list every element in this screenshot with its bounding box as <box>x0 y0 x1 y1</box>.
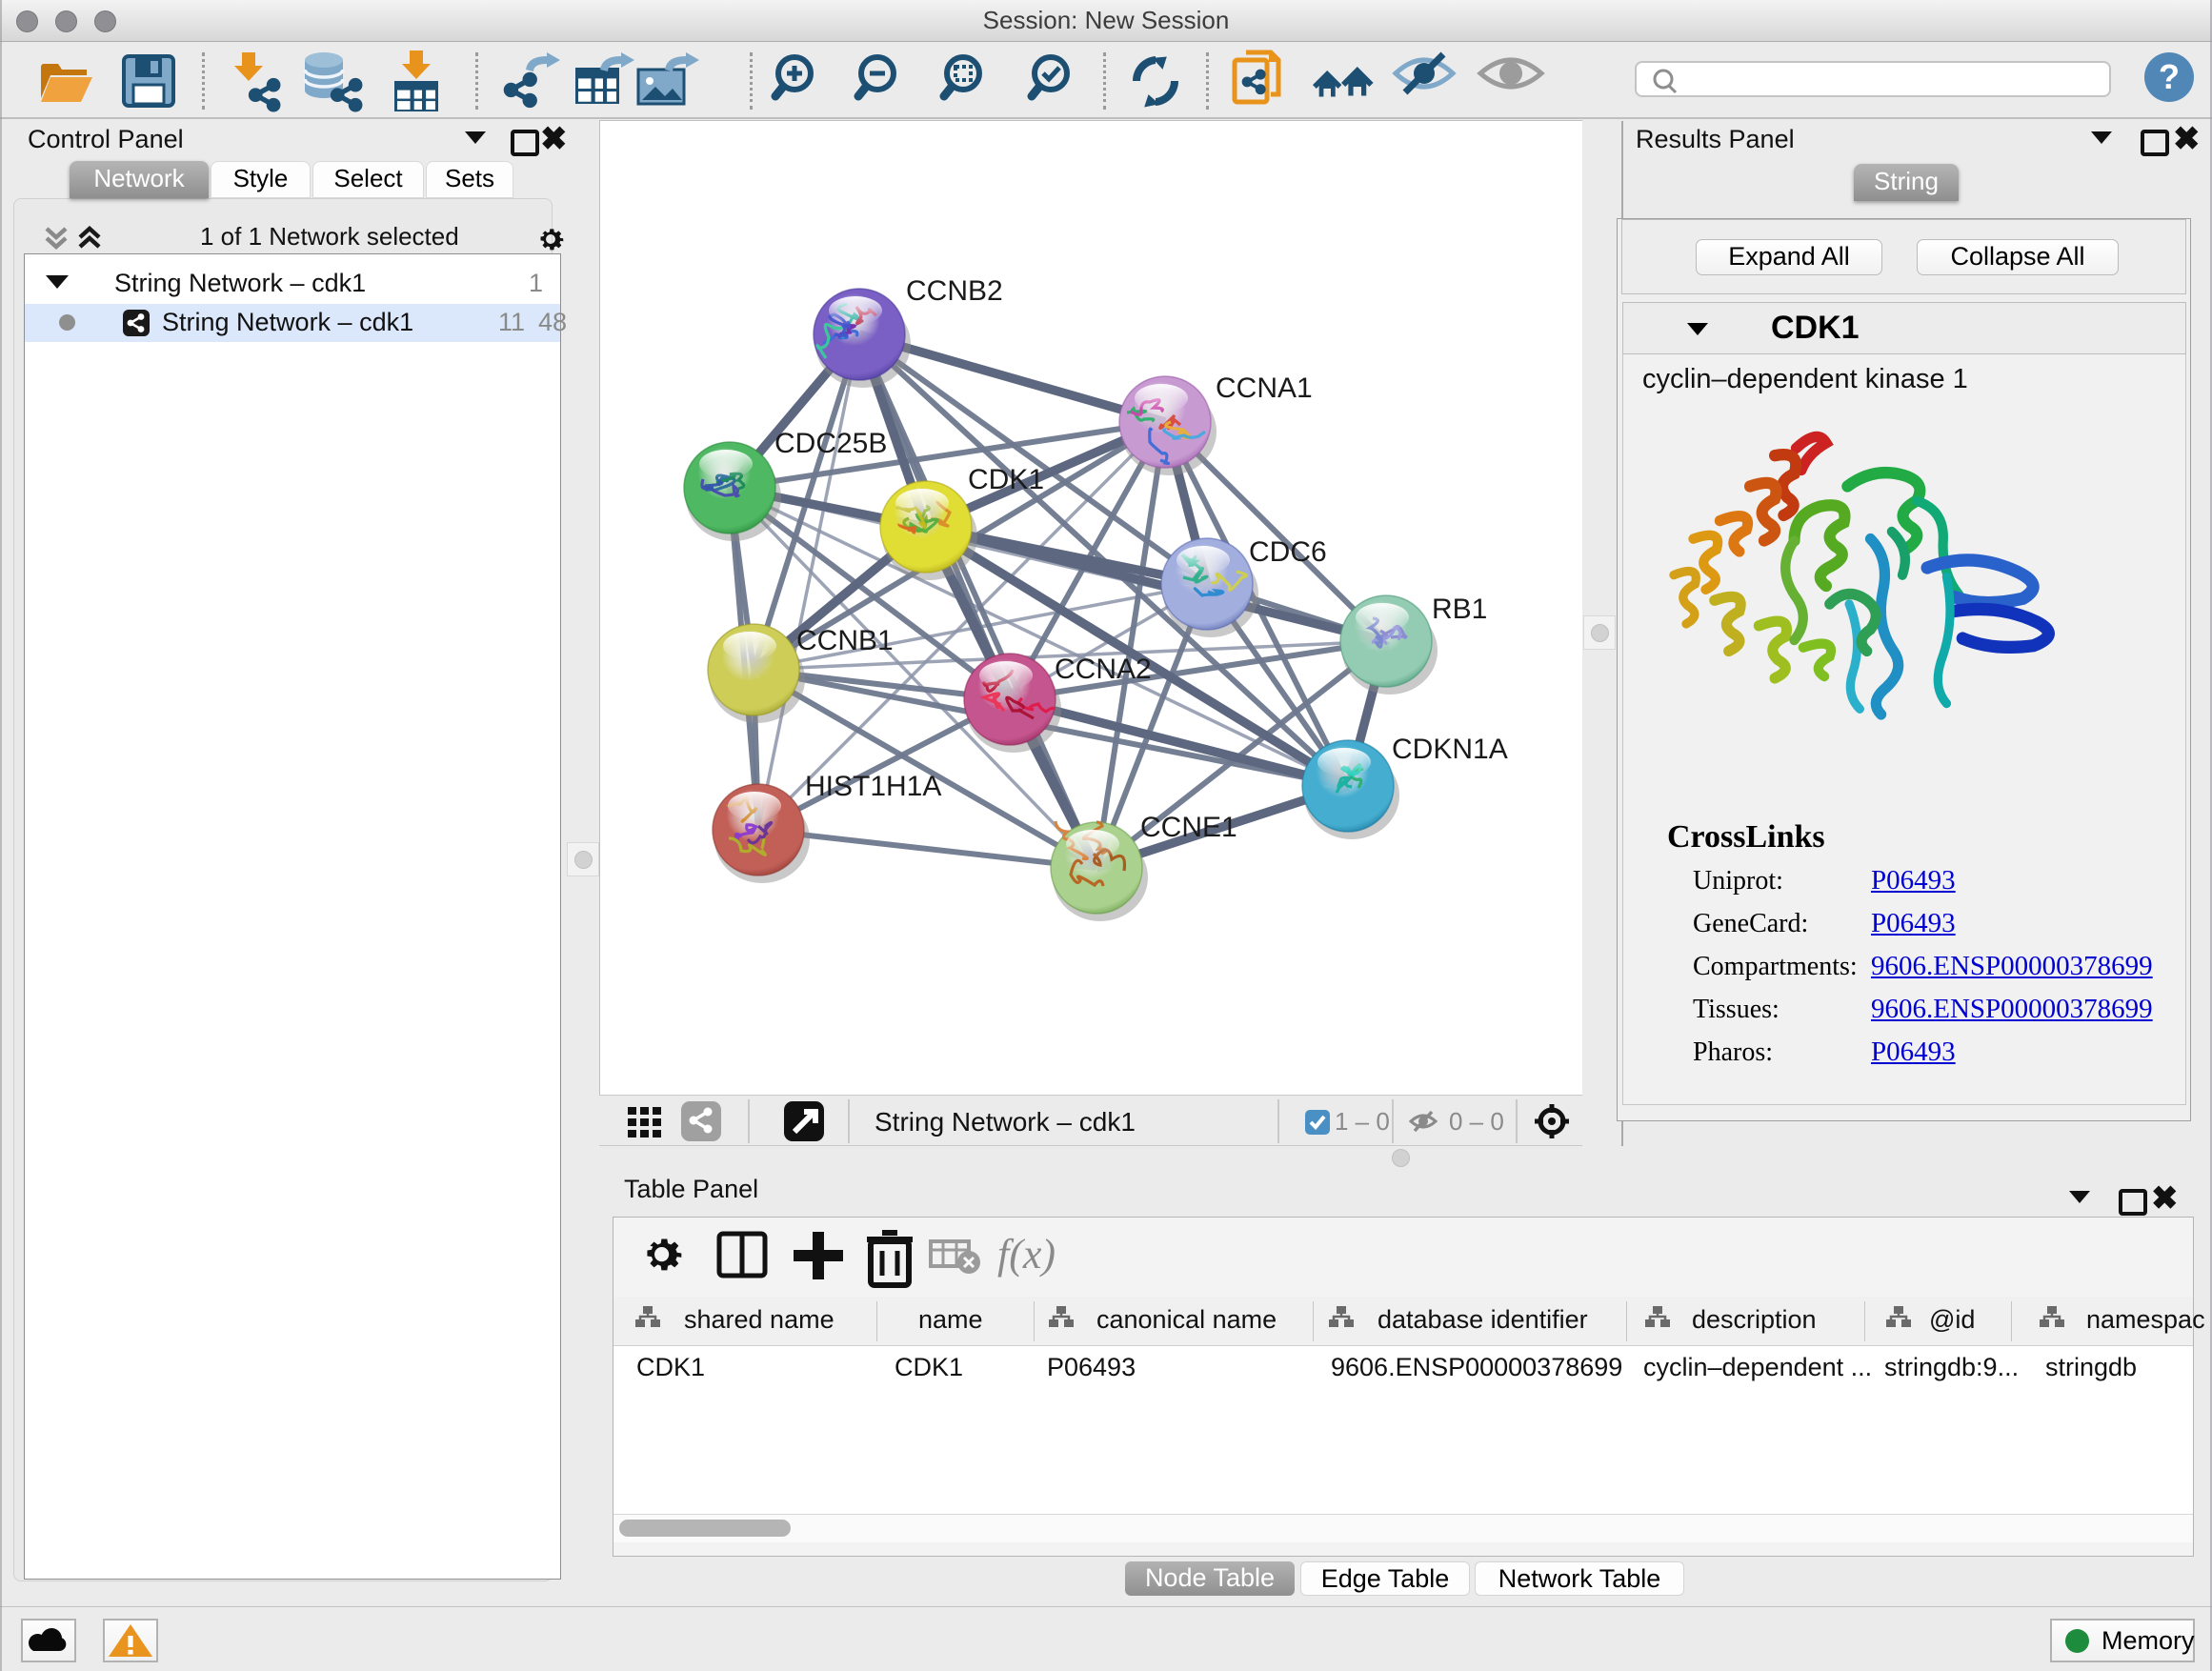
svg-text:HIST1H1A: HIST1H1A <box>805 771 941 802</box>
svg-text:CDKN1A: CDKN1A <box>1392 734 1508 765</box>
svg-text:0 – 0: 0 – 0 <box>1449 1107 1504 1136</box>
svg-text:CCNA2: CCNA2 <box>1055 654 1152 685</box>
svg-text:CCNA1: CCNA1 <box>1216 372 1313 404</box>
svg-text:CCNB1: CCNB1 <box>796 625 894 656</box>
svg-text:CDC25B: CDC25B <box>774 428 887 459</box>
svg-text:1 – 0: 1 – 0 <box>1335 1107 1390 1136</box>
svg-text:RB1: RB1 <box>1432 594 1487 625</box>
svg-text:CDC6: CDC6 <box>1249 536 1327 568</box>
svg-text:CCNE1: CCNE1 <box>1140 812 1237 843</box>
svg-text:String Network – cdk1: String Network – cdk1 <box>875 1107 1136 1137</box>
svg-text:f(x): f(x) <box>997 1231 1056 1278</box>
svg-text:CDK1: CDK1 <box>968 464 1044 495</box>
svg-text:?: ? <box>2159 57 2180 96</box>
svg-text:CCNB2: CCNB2 <box>906 275 1003 307</box>
